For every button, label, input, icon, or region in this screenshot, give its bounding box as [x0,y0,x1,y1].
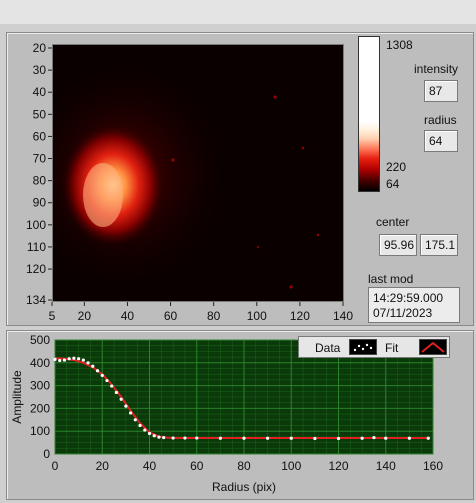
data-point [77,357,81,361]
data-point [110,384,114,388]
data-point [147,431,152,436]
data-point [119,397,123,401]
data-point [138,423,142,428]
legend-data-label: Data [315,341,341,355]
data-point [242,436,246,440]
data-point [195,436,199,440]
y-tick-label: 200 [30,401,50,415]
x-tick-label: 40 [143,459,157,473]
data-point [86,361,90,365]
data-point [218,436,222,440]
x-tick-label: 20 [96,459,110,473]
data-point [124,404,128,408]
y-axis-label: Amplitude [10,370,24,424]
data-point [95,369,100,373]
data-point [360,436,364,440]
plot-legend[interactable]: Data Fit [298,336,450,358]
radial-profile-chart[interactable]: 0 20 40 60 80 100 120 140 160 0 100 200 300 400 500 Rad… [0,0,476,503]
data-point [62,358,67,362]
data-point [426,436,430,440]
y-tick-label: 400 [30,356,50,370]
data-point [91,364,95,368]
data-point [53,357,57,361]
data-point [157,435,161,439]
legend-fit-line-icon [421,341,445,353]
x-tick-label: 160 [423,459,443,473]
data-point [372,435,376,440]
legend-data-swatch[interactable] [349,339,377,355]
data-point [81,358,85,362]
x-tick-label: 0 [52,459,59,473]
y-tick-label: 100 [30,424,50,438]
data-point [133,418,137,422]
legend-fit-label: Fit [385,341,399,355]
y-tick-label: 0 [43,447,50,461]
data-point [100,373,104,377]
y-tick-label: 500 [30,333,50,347]
data-point [384,436,388,440]
legend-fit-swatch[interactable] [419,339,447,355]
x-tick-label: 80 [237,459,251,473]
x-tick-label: 140 [376,459,396,473]
data-point [407,436,411,440]
data-point [143,428,147,432]
data-point [183,436,187,440]
data-point [313,436,317,441]
data-point [289,436,293,440]
legend-data-dots-icon [353,343,373,352]
x-tick-label: 120 [328,459,348,473]
data-point [114,390,119,395]
data-point [129,411,133,415]
data-point [162,435,166,440]
data-point [266,436,270,440]
x-axis-label: Radius (pix) [212,480,276,494]
x-tick-label: 100 [281,459,301,473]
y-tick-label: 300 [30,379,50,393]
data-point [72,356,76,360]
data-point [58,358,62,363]
data-point [105,378,109,383]
data-point [171,436,175,440]
data-point [336,436,341,441]
data-point [152,434,156,438]
x-tick-label: 60 [190,459,204,473]
data-point [67,357,71,361]
